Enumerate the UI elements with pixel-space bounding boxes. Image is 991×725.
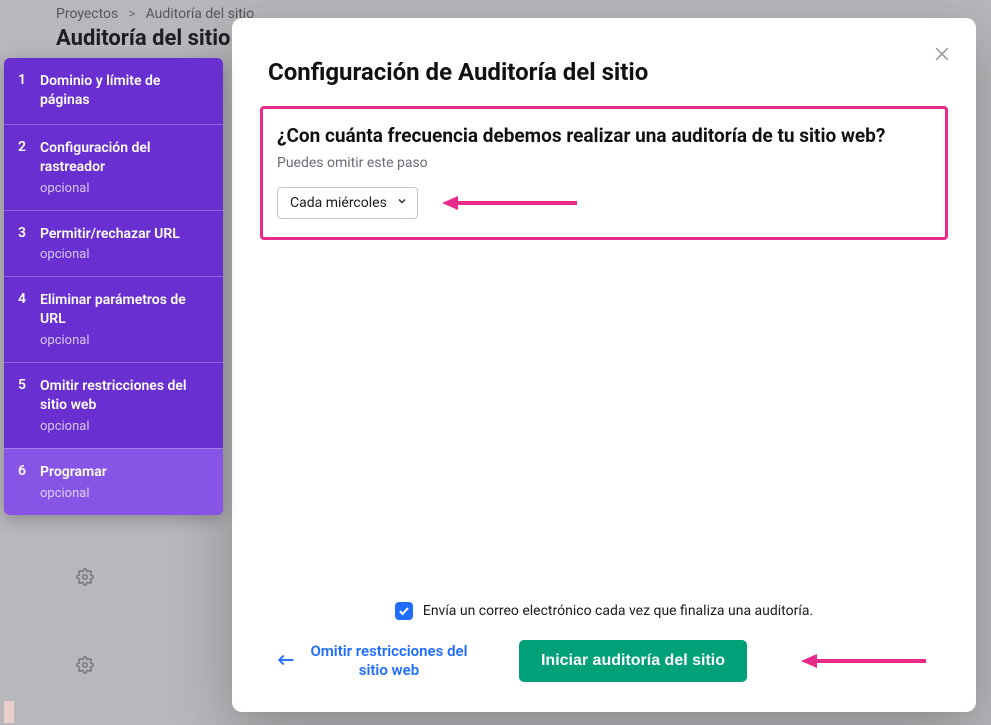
email-checkbox[interactable]: [395, 602, 413, 620]
frequency-select-value: Cada miércoles: [290, 195, 387, 211]
wizard-step-6[interactable]: 6Programar opcional: [4, 448, 223, 515]
modal-body: [232, 240, 976, 602]
step-optional-label: opcional: [40, 419, 209, 434]
wizard-step-5[interactable]: 5Omitir restricciones del sitio web opcio…: [4, 362, 223, 448]
step-optional-label: opcional: [40, 181, 209, 196]
step-number: 6: [18, 463, 40, 501]
close-icon: [932, 44, 952, 64]
wizard-step-4[interactable]: 4Eliminar parámetros de URL opcional: [4, 276, 223, 362]
frequency-select[interactable]: Cada miércoles: [277, 187, 418, 219]
modal-title: Configuración de Auditoría del sitio: [268, 58, 940, 86]
highlighted-section: ¿Con cuánta frecuencia debemos realizar …: [260, 106, 948, 240]
wizard-stepper: 1Dominio y límite de páginas2Configuraci…: [4, 58, 223, 515]
site-audit-config-modal: Configuración de Auditoría del sitio ¿Co…: [232, 18, 976, 712]
step-number: 2: [18, 139, 40, 196]
wizard-step-1[interactable]: 1Dominio y límite de páginas: [4, 58, 223, 124]
frequency-question: ¿Con cuánta frecuencia debemos realizar …: [277, 123, 931, 149]
step-label: Eliminar parámetros de URL: [40, 291, 209, 329]
decorative-bar: [4, 701, 14, 723]
check-icon: [398, 605, 410, 617]
step-label: Permitir/rechazar URL: [40, 225, 209, 244]
arrow-left-icon[interactable]: [277, 652, 295, 671]
step-optional-label: opcional: [40, 486, 209, 501]
chevron-down-icon: [396, 195, 408, 211]
step-number: 5: [18, 377, 40, 434]
step-number: 3: [18, 225, 40, 263]
modal-header: Configuración de Auditoría del sitio: [232, 18, 976, 86]
step-number: 1: [18, 72, 40, 110]
step-label: Programar: [40, 463, 209, 482]
step-label: Configuración del rastreador: [40, 139, 209, 177]
step-optional-label: opcional: [40, 247, 209, 262]
annotation-arrow-icon: [801, 650, 931, 672]
skip-hint: Puedes omitir este paso: [277, 155, 931, 171]
annotation-arrow-icon: [442, 192, 582, 214]
step-label: Omitir restricciones del sitio web: [40, 377, 209, 415]
wizard-step-2[interactable]: 2Configuración del rastreador opcional: [4, 124, 223, 210]
step-number: 4: [18, 291, 40, 348]
email-checkbox-label: Envía un correo electrónico cada vez que…: [423, 603, 813, 619]
close-button[interactable]: [932, 44, 952, 68]
modal-footer: Envía un correo electrónico cada vez que…: [232, 602, 976, 712]
step-optional-label: opcional: [40, 333, 209, 348]
back-link[interactable]: Omitir restricciones del sitio web: [309, 642, 469, 681]
step-label: Dominio y límite de páginas: [40, 72, 209, 110]
wizard-step-3[interactable]: 3Permitir/rechazar URL opcional: [4, 210, 223, 277]
start-audit-button[interactable]: Iniciar auditoría del sitio: [519, 640, 747, 682]
